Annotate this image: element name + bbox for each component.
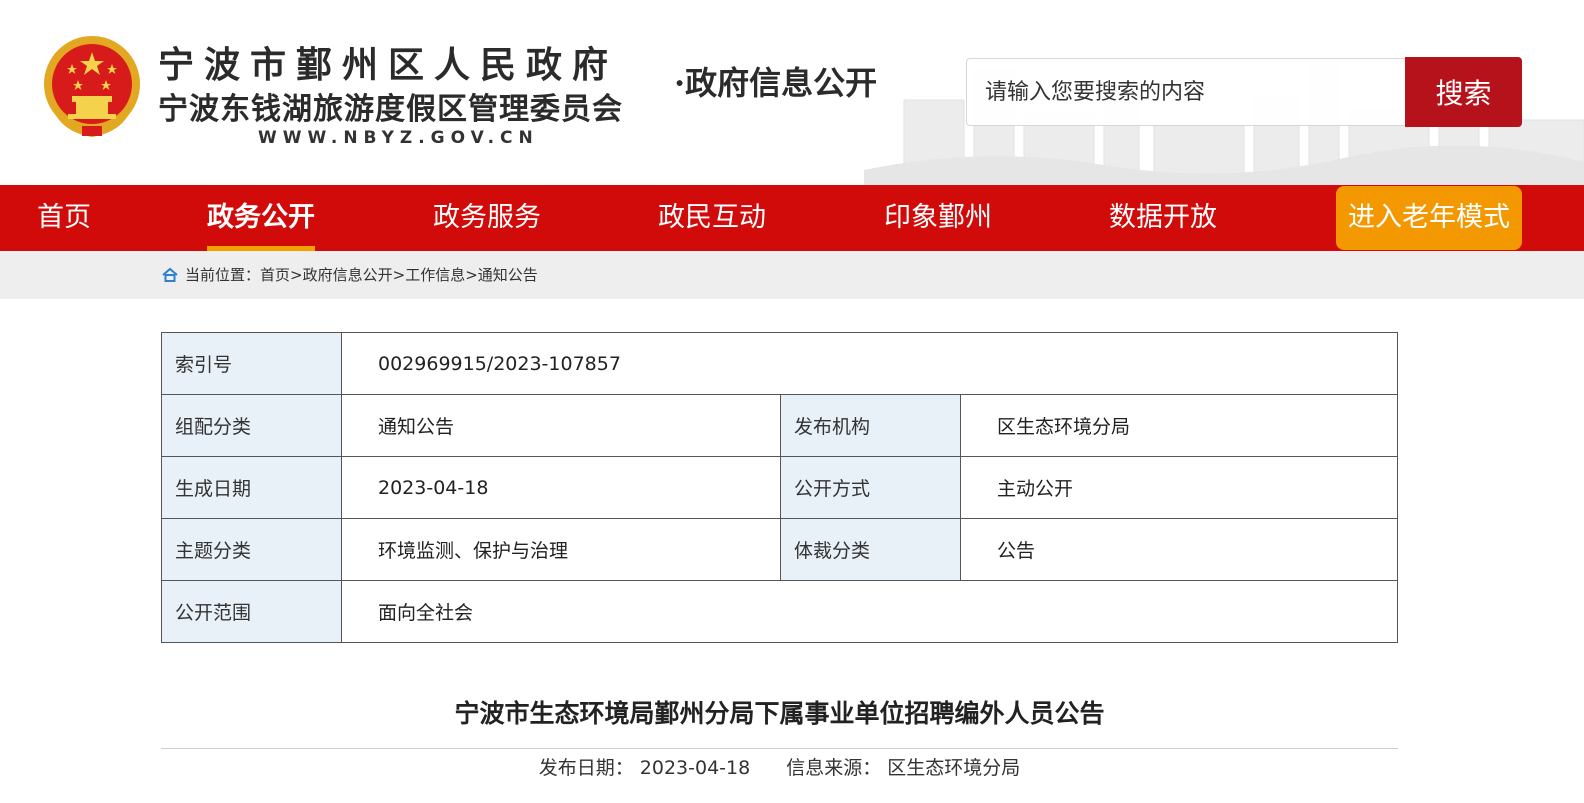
breadcrumb-home[interactable]: 首页: [260, 251, 290, 299]
table-row: 公开范围 面向全社会: [161, 580, 1398, 643]
site-title-line1: 宁波市鄞州区人民政府: [158, 44, 619, 86]
home-icon: [162, 267, 178, 282]
meta-value-mode: 主动公开: [960, 456, 1398, 519]
breadcrumb-separator: >: [392, 266, 406, 284]
nav-item-gov-affairs-open[interactable]: 政务公开: [207, 185, 315, 251]
meta-key-scope: 公开范围: [161, 580, 342, 643]
national-emblem-icon: [44, 36, 140, 138]
breadcrumb-bar: 当前位置： 首页 > 政府信息公开 > 工作信息 > 通知公告: [0, 251, 1584, 299]
publish-date-value: 2023-04-18: [639, 757, 751, 779]
meta-key-topic: 主题分类: [161, 518, 342, 581]
breadcrumb-notice[interactable]: 通知公告: [478, 251, 538, 299]
nav-item-interaction[interactable]: 政民互动: [658, 185, 766, 251]
publish-date-label: 发布日期：: [538, 757, 634, 779]
nav-item-impression[interactable]: 印象鄞州: [884, 185, 992, 251]
source-label: 信息来源：: [786, 757, 882, 779]
site-header: 宁波市鄞州区人民政府 宁波东钱湖旅游度假区管理委员会 WWW.NBYZ.GOV.…: [0, 0, 1584, 185]
table-row: 组配分类 通知公告 发布机构 区生态环境分局: [161, 394, 1398, 457]
meta-key-date: 生成日期: [161, 456, 342, 519]
search-button[interactable]: 搜索: [1405, 57, 1522, 127]
site-url: WWW.NBYZ.GOV.CN: [258, 128, 539, 148]
site-title-line2: 宁波东钱湖旅游度假区管理委员会: [158, 92, 623, 127]
search-input[interactable]: [966, 58, 1406, 126]
table-row: 生成日期 2023-04-18 公开方式 主动公开: [161, 456, 1398, 519]
meta-value-index: 002969915/2023-107857: [341, 332, 1398, 395]
nav-item-open-data[interactable]: 数据开放: [1109, 185, 1217, 251]
meta-key-mode: 公开方式: [780, 456, 961, 519]
article-title: 宁波市生态环境局鄞州分局下属事业单位招聘编外人员公告: [454, 699, 1105, 728]
breadcrumb-work-info[interactable]: 工作信息: [405, 251, 465, 299]
meta-key-index: 索引号: [161, 332, 342, 395]
source-value: 区生态环境分局: [887, 757, 1021, 779]
breadcrumb-prefix: 当前位置：: [185, 266, 261, 284]
meta-key-category: 组配分类: [161, 394, 342, 457]
site-subtitle: ·政府信息公开: [674, 64, 878, 102]
meta-value-date: 2023-04-18: [341, 456, 781, 519]
nav-item-home[interactable]: 首页: [37, 185, 91, 251]
meta-key-publisher: 发布机构: [780, 394, 961, 457]
meta-key-genre: 体裁分类: [780, 518, 961, 581]
divider: [161, 748, 1398, 749]
meta-value-topic: 环境监测、保护与治理: [341, 518, 781, 581]
nav-item-gov-services[interactable]: 政务服务: [433, 185, 541, 251]
meta-value-category: 通知公告: [341, 394, 781, 457]
meta-value-publisher: 区生态环境分局: [960, 394, 1398, 457]
breadcrumb-separator: >: [465, 266, 478, 284]
breadcrumb-separator: >: [290, 266, 303, 284]
meta-value-genre: 公告: [960, 518, 1398, 581]
meta-value-scope: 面向全社会: [341, 580, 1398, 643]
document-meta-table: 索引号 002969915/2023-107857 组配分类 通知公告 发布机构…: [161, 332, 1398, 643]
table-row: 主题分类 环境监测、保护与治理 体裁分类 公告: [161, 518, 1398, 581]
elder-mode-button[interactable]: 进入老年模式: [1336, 186, 1522, 250]
table-row: 索引号 002969915/2023-107857: [161, 332, 1398, 395]
breadcrumb-info-open[interactable]: 政府信息公开: [303, 251, 393, 299]
breadcrumb: 当前位置： 首页 > 政府信息公开 > 工作信息 > 通知公告: [161, 251, 538, 299]
article-meta: 发布日期： 2023-04-18 信息来源： 区生态环境分局: [161, 753, 1398, 780]
